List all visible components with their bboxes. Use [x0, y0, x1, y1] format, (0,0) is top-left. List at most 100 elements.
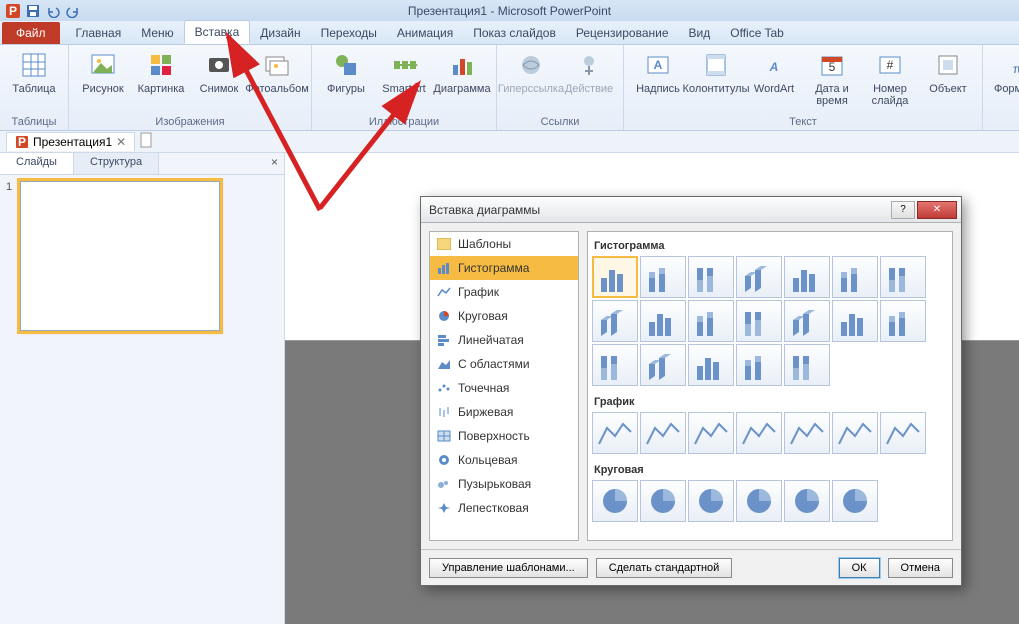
gallery-item[interactable]: [640, 344, 686, 386]
dialog-titlebar[interactable]: Вставка диаграммы ? ✕: [421, 197, 961, 223]
gallery-item[interactable]: [784, 412, 830, 454]
gallery-item[interactable]: [880, 256, 926, 298]
chart-type-item[interactable]: С областями: [430, 352, 578, 376]
ribbon-button-chart[interactable]: Диаграмма: [434, 47, 490, 114]
gallery-item[interactable]: [832, 412, 878, 454]
gallery-item[interactable]: [880, 412, 926, 454]
slide-panel: Слайды Структура × 1: [0, 153, 285, 624]
chart-type-item[interactable]: Кольцевая: [430, 448, 578, 472]
help-icon[interactable]: ?: [891, 201, 915, 219]
gallery-item[interactable]: [736, 300, 782, 342]
ribbon-button-smartart[interactable]: SmartArt: [376, 47, 432, 114]
gallery-item[interactable]: [832, 480, 878, 522]
new-doc-icon[interactable]: [139, 132, 153, 151]
ribbon-button-wordart[interactable]: AWordArt: [746, 47, 802, 114]
chart-type-label: Линейчатая: [458, 333, 524, 347]
gallery-item[interactable]: [688, 344, 734, 386]
close-panel-icon[interactable]: ×: [265, 153, 284, 174]
manage-templates-button[interactable]: Управление шаблонами...: [429, 558, 588, 578]
ribbon-button-equation[interactable]: πФормула: [989, 47, 1019, 114]
tab-file[interactable]: Файл: [2, 22, 60, 44]
ribbon-button-slidenum[interactable]: #Номер слайда: [862, 47, 918, 114]
document-tab[interactable]: P Презентация1 ✕: [6, 132, 135, 151]
textbox-icon: A: [642, 49, 674, 81]
ribbon-button-clipart[interactable]: Картинка: [133, 47, 189, 114]
ribbon-button-datetime[interactable]: 5Дата и время: [804, 47, 860, 114]
gallery-item[interactable]: [640, 480, 686, 522]
undo-icon[interactable]: [44, 2, 62, 20]
set-default-button[interactable]: Сделать стандартной: [596, 558, 733, 578]
gallery-item[interactable]: [784, 344, 830, 386]
ribbon-group: ФигурыSmartArtДиаграммаИллюстрации: [312, 45, 497, 130]
gallery-item[interactable]: [832, 256, 878, 298]
gallery-item[interactable]: [784, 300, 830, 342]
tab-slideshow[interactable]: Показ слайдов: [463, 22, 566, 44]
gallery-item[interactable]: [736, 256, 782, 298]
title-bar: P Презентация1 - Microsoft PowerPoint: [0, 0, 1019, 21]
gallery-item[interactable]: [592, 344, 638, 386]
gallery-item[interactable]: [592, 412, 638, 454]
tab-home[interactable]: Главная: [66, 22, 132, 44]
gallery-item[interactable]: [688, 412, 734, 454]
side-tabs: Слайды Структура ×: [0, 153, 284, 175]
gallery-item[interactable]: [880, 300, 926, 342]
gallery-item[interactable]: [736, 480, 782, 522]
ribbon-group: РисунокКартинкаСнимокФотоальбомИзображен…: [69, 45, 312, 130]
ok-button[interactable]: ОК: [839, 558, 880, 578]
chart-gallery[interactable]: ГистограммаГрафикКруговая: [587, 231, 953, 541]
ribbon-button-table[interactable]: Таблица: [6, 47, 62, 114]
tab-menu[interactable]: Меню: [131, 22, 183, 44]
ribbon-button-object[interactable]: Объект: [920, 47, 976, 114]
ribbon-button-headerfooter[interactable]: Колонтитулы: [688, 47, 744, 114]
ribbon-button-picture[interactable]: Рисунок: [75, 47, 131, 114]
side-tab-outline[interactable]: Структура: [74, 153, 159, 174]
ribbon-button-shapes[interactable]: Фигуры: [318, 47, 374, 114]
close-icon[interactable]: ✕: [917, 201, 957, 219]
save-icon[interactable]: [24, 2, 42, 20]
tab-design[interactable]: Дизайн: [250, 22, 310, 44]
slide-thumbnail[interactable]: [20, 181, 220, 331]
chart-type-item[interactable]: Круговая: [430, 304, 578, 328]
tab-transitions[interactable]: Переходы: [311, 22, 387, 44]
chart-type-item[interactable]: Пузырьковая: [430, 472, 578, 496]
gallery-item[interactable]: [640, 300, 686, 342]
gallery-item[interactable]: [832, 300, 878, 342]
gallery-item[interactable]: [592, 256, 638, 298]
gallery-item[interactable]: [592, 480, 638, 522]
chart-type-item[interactable]: Линейчатая: [430, 328, 578, 352]
tab-officetab[interactable]: Office Tab: [720, 22, 794, 44]
chart-type-item[interactable]: Точечная: [430, 376, 578, 400]
chart-type-item[interactable]: Шаблоны: [430, 232, 578, 256]
close-icon[interactable]: ✕: [116, 135, 126, 149]
chart-type-item[interactable]: Биржевая: [430, 400, 578, 424]
ribbon-button-album[interactable]: Фотоальбом: [249, 47, 305, 114]
redo-icon[interactable]: [64, 2, 82, 20]
chart-type-item[interactable]: Лепестковая: [430, 496, 578, 520]
app-icon[interactable]: P: [4, 2, 22, 20]
chart-type-item[interactable]: Поверхность: [430, 424, 578, 448]
chart-type-item[interactable]: График: [430, 280, 578, 304]
tab-review[interactable]: Рецензирование: [566, 22, 679, 44]
gallery-section-title: Круговая: [592, 460, 948, 480]
tab-animations[interactable]: Анимация: [387, 22, 463, 44]
gallery-item[interactable]: [640, 412, 686, 454]
gallery-item[interactable]: [688, 300, 734, 342]
tab-insert[interactable]: Вставка: [184, 20, 251, 44]
gallery-item[interactable]: [640, 256, 686, 298]
gallery-item[interactable]: [688, 256, 734, 298]
cancel-button[interactable]: Отмена: [888, 558, 953, 578]
side-tab-slides[interactable]: Слайды: [0, 153, 74, 174]
gallery-item[interactable]: [784, 480, 830, 522]
chart-type-item[interactable]: Гистограмма: [430, 256, 578, 280]
ribbon-button-textbox[interactable]: AНадпись: [630, 47, 686, 114]
gallery-item[interactable]: [592, 300, 638, 342]
thumbnails: 1: [0, 175, 284, 624]
chart-type-icon: [436, 404, 452, 420]
chart-type-list[interactable]: ШаблоныГистограммаГрафикКруговая Линейчат…: [429, 231, 579, 541]
gallery-item[interactable]: [736, 344, 782, 386]
gallery-item[interactable]: [688, 480, 734, 522]
gallery-item[interactable]: [736, 412, 782, 454]
tab-view[interactable]: Вид: [679, 22, 721, 44]
gallery-item[interactable]: [784, 256, 830, 298]
ribbon-button-screenshot[interactable]: Снимок: [191, 47, 247, 114]
